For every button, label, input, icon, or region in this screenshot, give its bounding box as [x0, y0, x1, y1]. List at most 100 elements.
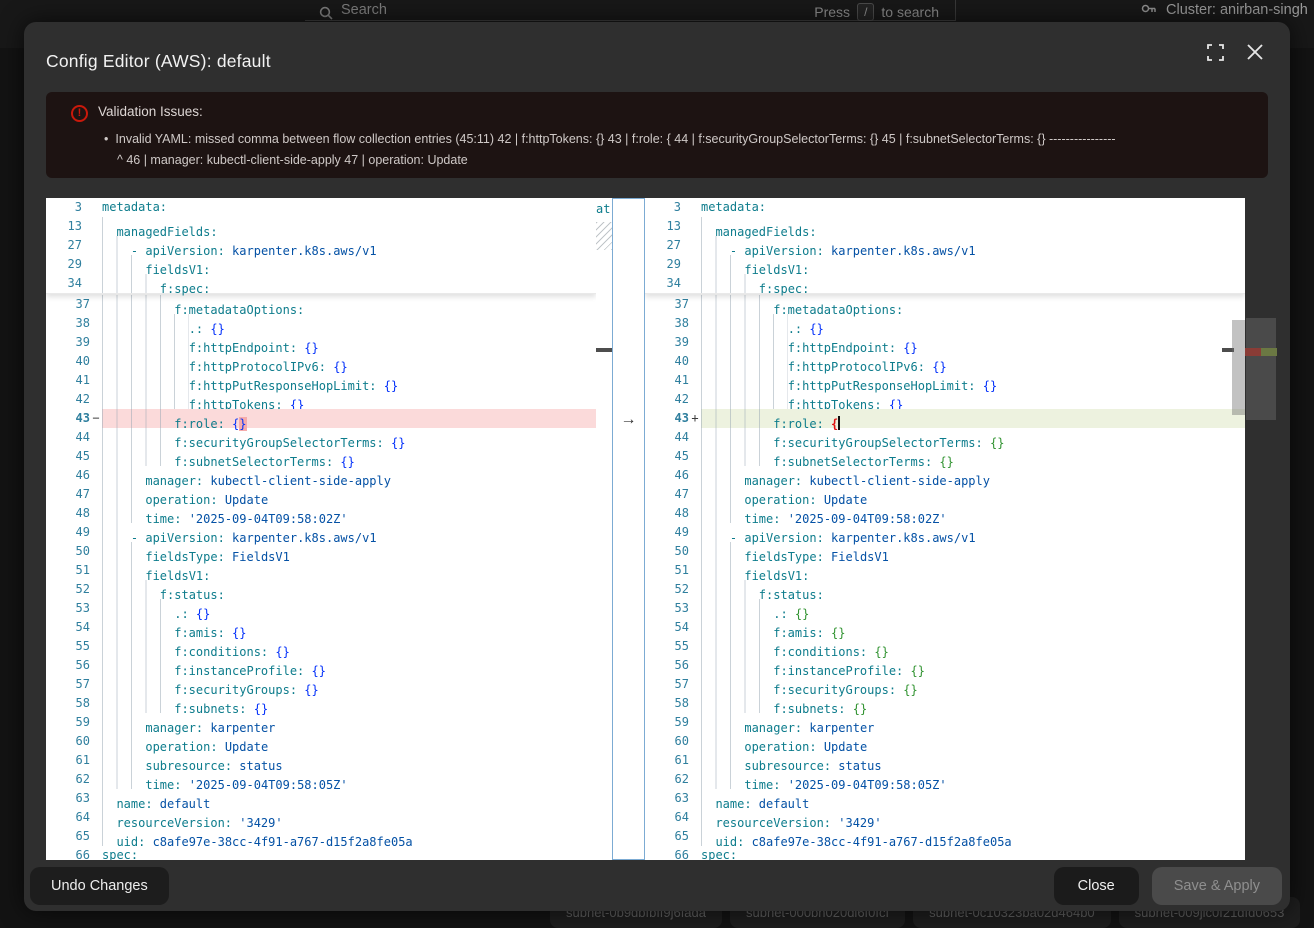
- line-number: 27: [645, 236, 681, 255]
- code-line[interactable]: 65 uid: c8afe97e-38cc-4f91-a767-d15f2a8f…: [46, 827, 596, 846]
- close-button[interactable]: Close: [1054, 867, 1139, 905]
- code-line[interactable]: 66 spec:: [46, 846, 596, 860]
- code-line[interactable]: 37 f:metadataOptions:: [645, 295, 1245, 314]
- code-line[interactable]: 42 f:httpTokens: {}: [645, 390, 1245, 409]
- code-line[interactable]: 53 .: {}: [645, 599, 1245, 618]
- code-line[interactable]: 60 operation: Update: [46, 732, 596, 751]
- code-line[interactable]: 59 manager: karpenter: [645, 713, 1245, 732]
- code-line[interactable]: 64 resourceVersion: '3429': [645, 808, 1245, 827]
- code-line[interactable]: 50 fieldsType: FieldsV1: [46, 542, 596, 561]
- code-line[interactable]: 46 manager: kubectl-client-side-apply: [645, 466, 1245, 485]
- line-number: 44: [46, 428, 90, 447]
- cluster-key-icon: [1141, 3, 1157, 17]
- code-line[interactable]: 37 f:metadataOptions:: [46, 295, 596, 314]
- modified-pane[interactable]: 3metadata:13managedFields:27- apiVersion…: [645, 198, 1245, 860]
- code-line[interactable]: 52 f:status:: [645, 580, 1245, 599]
- code-line[interactable]: 47 operation: Update: [645, 485, 1245, 504]
- line-number: 47: [46, 485, 90, 504]
- code-line[interactable]: 57 f:securityGroups: {}: [645, 675, 1245, 694]
- code-line[interactable]: 62 time: '2025-09-04T09:58:05Z': [645, 770, 1245, 789]
- code-line[interactable]: 62 time: '2025-09-04T09:58:05Z': [46, 770, 596, 789]
- diff-viewport-indicator[interactable]: →: [612, 198, 645, 860]
- line-number: 44: [645, 428, 689, 447]
- validation-message: •Invalid YAML: missed comma between flow…: [104, 129, 1116, 171]
- code-line[interactable]: 49 - apiVersion: karpenter.k8s.aws/v1: [46, 523, 596, 542]
- code-line[interactable]: 59 manager: karpenter: [46, 713, 596, 732]
- code-line[interactable]: 50 fieldsType: FieldsV1: [645, 542, 1245, 561]
- code-line[interactable]: 51 fieldsV1:: [46, 561, 596, 580]
- undo-changes-button[interactable]: Undo Changes: [30, 867, 169, 905]
- line-number: 55: [46, 637, 90, 656]
- sticky-scroll-original: 3metadata:13managedFields:27- apiVersion…: [46, 198, 596, 294]
- code-line[interactable]: 39 f:httpEndpoint: {}: [645, 333, 1245, 352]
- code-line[interactable]: 66 spec:: [645, 846, 1245, 860]
- code-line[interactable]: 44 f:securityGroupSelectorTerms: {}: [46, 428, 596, 447]
- code-line[interactable]: 44 f:securityGroupSelectorTerms: {}: [645, 428, 1245, 447]
- code-line[interactable]: 61 subresource: status: [645, 751, 1245, 770]
- code-line[interactable]: 51 fieldsV1:: [645, 561, 1245, 580]
- bullet-dot: •: [104, 132, 108, 146]
- code-line[interactable]: 63 name: default: [46, 789, 596, 808]
- code-line[interactable]: 38 .: {}: [46, 314, 596, 333]
- line-number: 56: [645, 656, 689, 675]
- code-line[interactable]: 41 f:httpPutResponseHopLimit: {}: [46, 371, 596, 390]
- line-number: 42: [645, 390, 689, 409]
- code-line[interactable]: 47 operation: Update: [46, 485, 596, 504]
- code-line[interactable]: 43+f:role: {: [645, 409, 1245, 428]
- code-line[interactable]: 64 resourceVersion: '3429': [46, 808, 596, 827]
- search-icon: [319, 6, 333, 20]
- code-line[interactable]: 61 subresource: status: [46, 751, 596, 770]
- code-line[interactable]: 49 - apiVersion: karpenter.k8s.aws/v1: [645, 523, 1245, 542]
- revert-change-arrow-button[interactable]: →: [613, 410, 644, 429]
- code-line[interactable]: 56 f:instanceProfile: {}: [46, 656, 596, 675]
- code-line[interactable]: 60 operation: Update: [645, 732, 1245, 751]
- line-number: 66: [46, 846, 90, 860]
- save-apply-button[interactable]: Save & Apply: [1152, 867, 1282, 905]
- code-line[interactable]: 56 f:instanceProfile: {}: [645, 656, 1245, 675]
- sticky-line: 34f:spec:: [46, 274, 596, 293]
- code-line[interactable]: 58 f:subnets: {}: [46, 694, 596, 713]
- code-line[interactable]: 45 f:subnetSelectorTerms: {}: [645, 447, 1245, 466]
- line-number: 63: [46, 789, 90, 808]
- line-number: 38: [645, 314, 689, 333]
- code-line[interactable]: 45 f:subnetSelectorTerms: {}: [46, 447, 596, 466]
- validation-title: Validation Issues:: [98, 104, 203, 119]
- sticky-line: 3metadata:: [645, 198, 1245, 217]
- cluster-selector[interactable]: Cluster: anirban-singh: [1141, 2, 1308, 18]
- code-line[interactable]: 53 .: {}: [46, 599, 596, 618]
- code-line[interactable]: 65 uid: c8afe97e-38cc-4f91-a767-d15f2a8f…: [645, 827, 1245, 846]
- code-line[interactable]: 48 time: '2025-09-04T09:58:02Z': [645, 504, 1245, 523]
- line-number: 59: [645, 713, 689, 732]
- code-line[interactable]: 63 name: default: [645, 789, 1245, 808]
- close-icon-button[interactable]: [1246, 43, 1272, 69]
- code-line[interactable]: 46 manager: kubectl-client-side-apply: [46, 466, 596, 485]
- code-line[interactable]: 55 f:conditions: {}: [645, 637, 1245, 656]
- code-line[interactable]: 54 f:amis: {}: [645, 618, 1245, 637]
- code-line[interactable]: 43−f:role: {}: [46, 409, 596, 428]
- line-number: 50: [46, 542, 90, 561]
- code-line[interactable]: 54 f:amis: {}: [46, 618, 596, 637]
- line-number: 45: [46, 447, 90, 466]
- overview-removed-mark: [1245, 348, 1261, 356]
- code-line[interactable]: 39 f:httpEndpoint: {}: [46, 333, 596, 352]
- code-line[interactable]: 38 .: {}: [645, 314, 1245, 333]
- code-line[interactable]: 48 time: '2025-09-04T09:58:02Z': [46, 504, 596, 523]
- original-pane[interactable]: 3metadata:13managedFields:27- apiVersion…: [46, 198, 596, 860]
- code-line[interactable]: 42 f:httpTokens: {}: [46, 390, 596, 409]
- diff-overview-ruler[interactable]: [1245, 198, 1277, 860]
- global-search[interactable]: Press / to search: [305, 0, 955, 21]
- code-line[interactable]: 57 f:securityGroups: {}: [46, 675, 596, 694]
- code-line[interactable]: 40 f:httpProtocolIPv6: {}: [46, 352, 596, 371]
- search-input[interactable]: [341, 2, 721, 18]
- danger-icon: !: [71, 105, 88, 122]
- code-line[interactable]: 40 f:httpProtocolIPv6: {}: [645, 352, 1245, 371]
- line-number: 54: [46, 618, 90, 637]
- expand-button[interactable]: [1207, 44, 1231, 68]
- overview-slider[interactable]: [1246, 318, 1276, 420]
- code-line[interactable]: 55 f:conditions: {}: [46, 637, 596, 656]
- code-line[interactable]: 58 f:subnets: {}: [645, 694, 1245, 713]
- code-line[interactable]: 41 f:httpPutResponseHopLimit: {}: [645, 371, 1245, 390]
- vertical-scrollbar[interactable]: [1232, 320, 1245, 415]
- code-line[interactable]: 52 f:status:: [46, 580, 596, 599]
- line-number: 62: [645, 770, 689, 789]
